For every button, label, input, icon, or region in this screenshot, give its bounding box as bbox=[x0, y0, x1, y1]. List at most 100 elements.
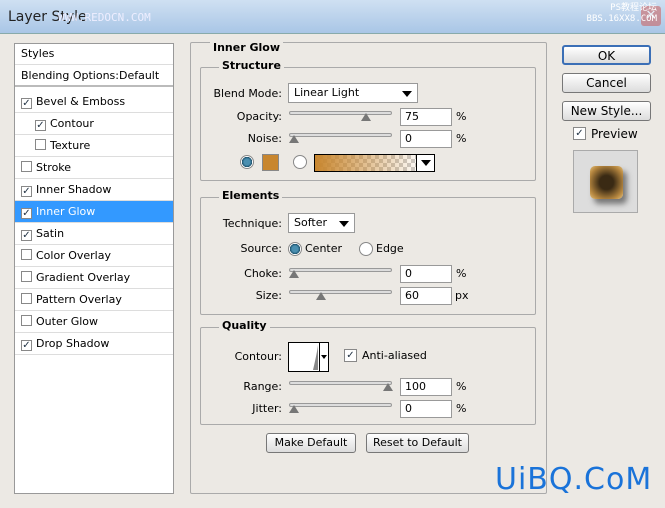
slider-thumb[interactable] bbox=[289, 135, 299, 143]
technique-select[interactable]: Softer bbox=[288, 213, 355, 233]
checkbox[interactable]: ✓ bbox=[21, 340, 32, 351]
checkbox[interactable] bbox=[21, 161, 32, 172]
sidebar-item-satin[interactable]: ✓ Satin bbox=[15, 223, 173, 245]
preview-checkbox[interactable]: ✓ bbox=[573, 127, 586, 140]
sidebar-item-label: Color Overlay bbox=[36, 249, 111, 262]
elements-title: Elements bbox=[219, 189, 283, 202]
gradient-radio[interactable] bbox=[293, 155, 307, 169]
panel-title: Inner Glow bbox=[210, 41, 283, 54]
opacity-slider[interactable] bbox=[289, 111, 392, 121]
sidebar-item-label: Texture bbox=[50, 139, 91, 152]
contour-label: Contour: bbox=[234, 350, 282, 363]
source-center-label: Center bbox=[305, 242, 343, 255]
checkbox[interactable] bbox=[21, 271, 32, 282]
percent-unit: % bbox=[456, 132, 467, 145]
sidebar-item-label: Gradient Overlay bbox=[36, 271, 131, 284]
cancel-button[interactable]: Cancel bbox=[562, 73, 651, 93]
px-unit: px bbox=[455, 289, 469, 302]
noise-label: Noise: bbox=[247, 132, 282, 145]
make-default-button[interactable]: Make Default bbox=[266, 433, 356, 453]
watermark-text: PS教程论坛 bbox=[610, 3, 657, 13]
chevron-down-icon bbox=[402, 91, 412, 97]
choke-label: Choke: bbox=[244, 267, 282, 280]
sidebar-item-outer-glow[interactable]: Outer Glow bbox=[15, 311, 173, 333]
anti-aliased-label: Anti-aliased bbox=[362, 349, 427, 362]
source-center-radio[interactable] bbox=[288, 242, 302, 256]
checkbox[interactable]: ✓ bbox=[21, 186, 32, 197]
jitter-label: Jitter: bbox=[252, 402, 282, 415]
sidebar-item-label: Satin bbox=[36, 227, 65, 240]
contour-curve-icon bbox=[291, 345, 318, 370]
checkbox[interactable] bbox=[21, 293, 32, 304]
solid-color-radio[interactable] bbox=[240, 155, 254, 169]
glow-color-swatch[interactable] bbox=[262, 154, 279, 171]
preview-label: Preview bbox=[591, 127, 638, 141]
checkbox[interactable]: ✓ bbox=[35, 120, 46, 131]
size-label: Size: bbox=[255, 289, 282, 302]
quality-title: Quality bbox=[219, 319, 270, 332]
sidebar-item-texture[interactable]: Texture bbox=[15, 135, 173, 157]
sidebar-item-label: Outer Glow bbox=[36, 315, 99, 328]
blend-mode-value: Linear Light bbox=[294, 86, 360, 99]
style-preview-thumbnail bbox=[573, 150, 638, 213]
source-edge-radio[interactable] bbox=[359, 242, 373, 256]
range-input[interactable]: 100 bbox=[400, 378, 452, 396]
chevron-down-icon[interactable] bbox=[416, 155, 434, 171]
sidebar-item-drop-shadow[interactable]: ✓ Drop Shadow bbox=[15, 333, 173, 355]
opacity-input[interactable]: 75 bbox=[400, 108, 452, 126]
size-input[interactable]: 60 bbox=[400, 287, 452, 305]
sidebar-item-pattern-overlay[interactable]: Pattern Overlay bbox=[15, 289, 173, 311]
checkbox[interactable] bbox=[21, 249, 32, 260]
watermark-right: PS教程论坛 BBS.16XX8.COM bbox=[587, 3, 657, 25]
title-bar[interactable]: Layer Style WWW.REDOCN.COM ✕ PS教程论坛 BBS.1… bbox=[0, 0, 665, 34]
anti-aliased-checkbox[interactable]: ✓ bbox=[344, 349, 357, 362]
jitter-input[interactable]: 0 bbox=[400, 400, 452, 418]
reset-to-default-button[interactable]: Reset to Default bbox=[366, 433, 469, 453]
noise-slider[interactable] bbox=[289, 133, 392, 143]
contour-picker[interactable] bbox=[288, 342, 329, 372]
sidebar-item-color-overlay[interactable]: Color Overlay bbox=[15, 245, 173, 267]
choke-input[interactable]: 0 bbox=[400, 265, 452, 283]
checkbox[interactable] bbox=[35, 139, 46, 150]
percent-unit: % bbox=[456, 402, 467, 415]
noise-input[interactable]: 0 bbox=[400, 130, 452, 148]
checkbox[interactable] bbox=[21, 315, 32, 326]
gradient-picker[interactable] bbox=[314, 154, 435, 172]
slider-thumb[interactable] bbox=[383, 383, 393, 391]
checkbox[interactable]: ✓ bbox=[21, 230, 32, 241]
sidebar-item-blending-options-default[interactable]: Blending Options:Default bbox=[15, 65, 173, 87]
ok-button[interactable]: OK bbox=[562, 45, 651, 65]
slider-thumb[interactable] bbox=[289, 270, 299, 278]
slider-thumb[interactable] bbox=[316, 292, 326, 300]
styles-list: Styles Blending Options:Default ✓ Bevel & E… bbox=[14, 43, 174, 494]
sidebar-item-label: Contour bbox=[50, 117, 94, 130]
range-label: Range: bbox=[243, 380, 282, 393]
percent-unit: % bbox=[456, 380, 467, 393]
sidebar-item-label: Blending Options:Default bbox=[21, 69, 160, 82]
sidebar-item-inner-glow[interactable]: ✓ Inner Glow bbox=[15, 201, 173, 223]
sidebar-item-stroke[interactable]: Stroke bbox=[15, 157, 173, 179]
watermark-text: BBS.16XX8.COM bbox=[586, 14, 657, 24]
watermark-bottom: UiBQ.CoM bbox=[495, 462, 653, 497]
size-slider[interactable] bbox=[289, 290, 392, 300]
source-label: Source: bbox=[240, 242, 283, 255]
sidebar-item-bevel-emboss[interactable]: ✓ Bevel & Emboss bbox=[15, 91, 173, 113]
sidebar-item-label: Drop Shadow bbox=[36, 337, 110, 350]
checkbox[interactable]: ✓ bbox=[21, 98, 32, 109]
new-style-button[interactable]: New Style... bbox=[562, 101, 651, 121]
sidebar-item-contour[interactable]: ✓ Contour bbox=[15, 113, 173, 135]
slider-thumb[interactable] bbox=[361, 113, 371, 121]
technique-label: Technique: bbox=[222, 217, 282, 230]
jitter-slider[interactable] bbox=[289, 403, 392, 413]
sidebar-item-styles[interactable]: Styles bbox=[15, 43, 173, 65]
sidebar-item-inner-shadow[interactable]: ✓ Inner Shadow bbox=[15, 179, 173, 201]
slider-thumb[interactable] bbox=[289, 405, 299, 413]
checkbox[interactable]: ✓ bbox=[21, 208, 32, 219]
watermark: WWW.REDOCN.COM bbox=[58, 11, 151, 24]
choke-slider[interactable] bbox=[289, 268, 392, 278]
blend-mode-select[interactable]: Linear Light bbox=[288, 83, 418, 103]
sidebar-item-gradient-overlay[interactable]: Gradient Overlay bbox=[15, 267, 173, 289]
range-slider[interactable] bbox=[289, 381, 393, 391]
chevron-down-icon[interactable] bbox=[319, 343, 328, 371]
structure-title: Structure bbox=[219, 59, 284, 72]
